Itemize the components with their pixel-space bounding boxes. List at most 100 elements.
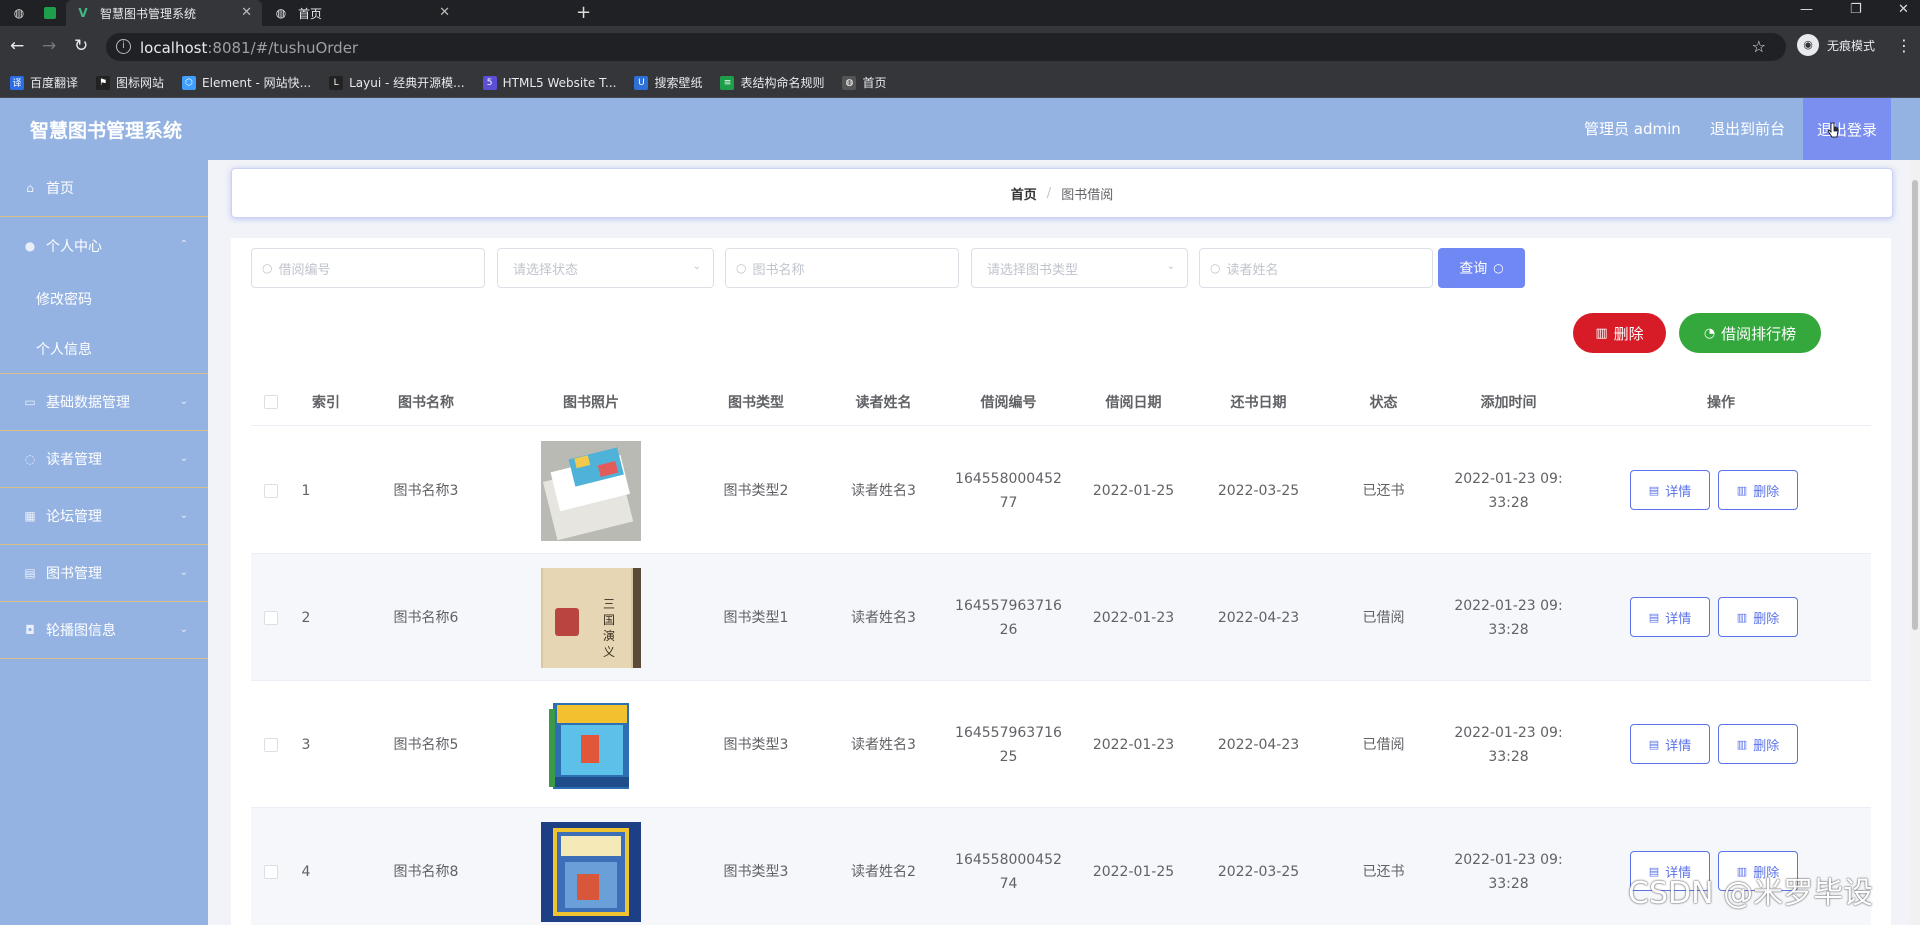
book-name-input[interactable]: ○ 图书名称 bbox=[725, 248, 959, 288]
col-reader-name: 读者姓名 bbox=[855, 395, 912, 411]
sidebar-sub-change-password[interactable]: 修改密码 bbox=[0, 274, 208, 324]
row-checkbox-cell[interactable] bbox=[251, 808, 291, 925]
globe-icon[interactable]: ◍ bbox=[8, 0, 30, 26]
main-area: 首页 / 图书借阅 ○ 借阅编号 请选择状态 ⌄ ○ 图书名称 请选择图书类型 … bbox=[208, 160, 1920, 925]
logout-button[interactable]: 退出登录 bbox=[1803, 98, 1891, 160]
wallpaper-icon: U bbox=[634, 75, 649, 90]
book-cover-image bbox=[541, 821, 641, 922]
book-icon: ▤ bbox=[24, 566, 36, 580]
info-icon[interactable]: i bbox=[116, 39, 131, 54]
detail-button[interactable]: ▤ 详情 bbox=[1630, 724, 1710, 764]
status-select[interactable]: 请选择状态 ⌄ bbox=[497, 248, 714, 288]
document-icon: ▤ bbox=[1648, 737, 1660, 751]
cell-borrow-date: 2022-01-25 bbox=[1092, 863, 1175, 880]
svg-text:国: 国 bbox=[603, 613, 615, 627]
row-checkbox-cell[interactable] bbox=[251, 681, 291, 808]
row-checkbox[interactable] bbox=[264, 483, 278, 498]
scrollbar-thumb[interactable] bbox=[1912, 180, 1918, 630]
svg-text:演: 演 bbox=[603, 628, 615, 643]
book-type-select[interactable]: 请选择图书类型 ⌄ bbox=[971, 248, 1188, 288]
select-all-checkbox[interactable] bbox=[264, 395, 278, 409]
bookmark-item[interactable]: ◍ 首页 bbox=[842, 74, 887, 91]
reload-icon[interactable]: ↻ bbox=[74, 36, 88, 56]
restore-icon[interactable]: ❐ bbox=[1850, 2, 1862, 17]
back-icon[interactable]: ← bbox=[10, 36, 24, 56]
cell-reader-name: 读者姓名3 bbox=[851, 482, 916, 499]
sidebar-item-carousel[interactable]: ◘ 轮播图信息 ⌄ bbox=[0, 602, 208, 659]
cell-return-date: 2022-03-25 bbox=[1217, 863, 1300, 880]
cell-book-type: 图书类型2 bbox=[723, 482, 789, 499]
forward-icon[interactable]: → bbox=[42, 36, 56, 56]
col-borrow-no: 借阅编号 bbox=[980, 395, 1037, 411]
delete-button[interactable]: ▥ 删除 bbox=[1718, 724, 1798, 764]
close-window-icon[interactable]: ✕ bbox=[1898, 2, 1909, 17]
row-checkbox[interactable] bbox=[264, 737, 278, 752]
bookmark-item[interactable]: ⬡ Element - 网站快... bbox=[182, 74, 311, 91]
bookmarks-bar: 译百度翻译 ⚑ 图标网站 ⬡ Element - 网站快... L Layui - 经… bbox=[0, 68, 1920, 98]
sidebar-item-forum[interactable]: ▦ 论坛管理 ⌄ bbox=[0, 488, 208, 545]
query-button[interactable]: 查询 ○ bbox=[1438, 248, 1525, 288]
page-scrollbar[interactable] bbox=[1910, 160, 1920, 925]
more-menu-icon[interactable]: ⋮ bbox=[1896, 36, 1912, 55]
sidebar-item-home[interactable]: ⌂ 首页 bbox=[0, 160, 208, 217]
bookmark-item[interactable]: 5 HTML5 Website T... bbox=[482, 75, 616, 90]
document-icon: ▤ bbox=[1648, 610, 1660, 624]
col-book-photo: 图书照片 bbox=[563, 395, 619, 411]
trash-icon: ▥ bbox=[1736, 483, 1748, 497]
bookmark-item[interactable]: ⚑ 图标网站 bbox=[96, 74, 164, 91]
app-title: 智慧图书管理系统 bbox=[30, 120, 183, 142]
row-checkbox-cell[interactable] bbox=[251, 554, 291, 681]
chevron-up-icon: ⌃ bbox=[179, 239, 188, 250]
sidebar-item-basic-data[interactable]: ▭ 基础数据管理 ⌄ bbox=[0, 374, 208, 431]
baidu-translate-icon: 译 bbox=[10, 75, 24, 90]
cell-status: 已借阅 bbox=[1362, 609, 1405, 626]
col-return-date: 还书日期 bbox=[1230, 395, 1287, 411]
url-field[interactable]: i localhost:8081/#/tushuOrder ☆ bbox=[106, 33, 1786, 61]
chevron-down-icon: ⌄ bbox=[179, 396, 188, 407]
sidebar-sub-personal-info[interactable]: 个人信息 bbox=[0, 324, 208, 374]
borrow-no-input[interactable]: ○ 借阅编号 bbox=[251, 248, 485, 288]
bookmark-item[interactable]: 译百度翻译 bbox=[10, 74, 78, 91]
sidebar-item-reader[interactable]: ◌ 读者管理 ⌄ bbox=[0, 431, 208, 488]
reader-name-input[interactable]: ○ 读者姓名 bbox=[1199, 248, 1433, 288]
batch-delete-button[interactable]: ▥ 删除 bbox=[1573, 313, 1666, 353]
table-row: 1 图书名称3 图书类型2 读者姓名3 164558000452 77 2022… bbox=[251, 427, 1871, 554]
breadcrumb-home[interactable]: 首页 bbox=[1011, 184, 1037, 203]
row-checkbox[interactable] bbox=[264, 610, 278, 625]
sidebar-item-personal-center[interactable]: ● 个人中心 ⌃ bbox=[0, 217, 208, 274]
minimize-icon[interactable]: — bbox=[1800, 2, 1813, 17]
incognito-indicator[interactable]: ◉ 无痕模式 bbox=[1797, 34, 1875, 56]
bookmark-item[interactable]: ≡ 表结构命名规则 bbox=[720, 74, 824, 91]
admin-label: 管理员 admin bbox=[1584, 120, 1681, 138]
sidebar-item-book[interactable]: ▤ 图书管理 ⌄ bbox=[0, 545, 208, 602]
select-all-cell[interactable] bbox=[251, 378, 291, 426]
delete-button[interactable]: ▥ 删除 bbox=[1718, 597, 1798, 637]
bookmark-item[interactable]: U 搜索壁纸 bbox=[634, 74, 702, 91]
search-icon: ○ bbox=[1210, 261, 1221, 275]
cell-reader-name: 读者姓名3 bbox=[851, 609, 916, 626]
close-tab-icon[interactable]: ✕ bbox=[241, 5, 252, 20]
new-tab-icon[interactable]: + bbox=[576, 2, 591, 23]
bookmark-item[interactable]: L Layui - 经典开源模... bbox=[329, 74, 465, 91]
tab-title: 智慧图书管理系统 bbox=[100, 6, 197, 21]
tab-inactive[interactable]: ◍ 首页 ✕ bbox=[264, 0, 460, 26]
cell-book-name: 图书名称6 bbox=[393, 609, 459, 626]
close-tab-icon[interactable]: ✕ bbox=[439, 5, 450, 20]
cell-book-name: 图书名称8 bbox=[393, 863, 459, 880]
tab-active[interactable]: V 智慧图书管理系统 ✕ bbox=[66, 0, 262, 26]
delete-button[interactable]: ▥ 删除 bbox=[1718, 470, 1798, 510]
borrow-ranking-button[interactable]: ◔ 借阅排行榜 bbox=[1679, 313, 1821, 353]
search-icon: ○ bbox=[736, 261, 747, 275]
browser-address-bar: ← → ↻ i localhost:8081/#/tushuOrder ☆ ◉ … bbox=[0, 26, 1920, 68]
layui-logo-icon: L bbox=[329, 75, 344, 90]
pie-chart-icon: ◔ bbox=[1703, 325, 1716, 341]
row-checkbox[interactable] bbox=[264, 864, 278, 879]
row-checkbox-cell[interactable] bbox=[251, 427, 291, 554]
back-to-front-link[interactable]: 退出到前台 bbox=[1710, 118, 1785, 139]
detail-button[interactable]: ▤ 详情 bbox=[1630, 597, 1710, 637]
col-borrow-date: 借阅日期 bbox=[1105, 395, 1162, 411]
app-header: 智慧图书管理系统 管理员 admin 退出到前台 退出登录 bbox=[0, 98, 1920, 160]
tab-favicon-small[interactable] bbox=[40, 0, 60, 26]
detail-button[interactable]: ▤ 详情 bbox=[1630, 470, 1710, 510]
bookmark-star-icon[interactable]: ☆ bbox=[1752, 37, 1766, 56]
